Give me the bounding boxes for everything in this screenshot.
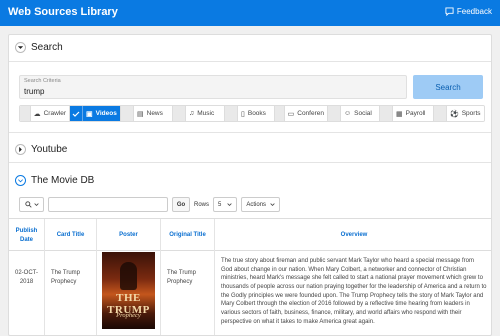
checkbox[interactable] (434, 106, 447, 121)
divider (9, 61, 491, 62)
checkbox[interactable] (20, 106, 31, 121)
checkbox[interactable] (328, 106, 341, 121)
divider (9, 132, 491, 133)
poster-figure (120, 262, 137, 290)
source-filter-bar: ☁ Crawler ▣ Videos ▤ News ♫ Music ▯ Book… (19, 105, 485, 122)
filter-social[interactable]: ☺ Social (328, 106, 380, 121)
divider (9, 162, 491, 163)
search-button[interactable]: Search (413, 75, 483, 99)
filter-label: Payroll (405, 110, 426, 117)
checkbox[interactable] (173, 106, 186, 121)
go-button[interactable]: Go (172, 197, 190, 212)
search-criteria-label: Search Criteria (24, 78, 61, 84)
search-section-header[interactable]: Search (15, 42, 63, 53)
column-header-poster[interactable]: Poster (97, 219, 161, 252)
feedback-icon (445, 7, 454, 16)
search-column-selector[interactable] (19, 197, 44, 212)
filter-news[interactable]: ▤ News (121, 106, 173, 121)
cell-publish-date: 02-OCT-2018 (9, 251, 45, 335)
filter-crawler[interactable]: ☁ Crawler (20, 106, 70, 121)
table-header: Publish Date Card Title Poster Original … (9, 218, 491, 252)
app-title: Web Sources Library (8, 6, 118, 18)
soccer-ball-icon: ⚽ (450, 110, 459, 118)
main-panel: Search Search Criteria trump Search ☁ Cr… (8, 34, 492, 336)
music-note-icon: ♫ (189, 110, 195, 117)
column-header-overview[interactable]: Overview (215, 219, 491, 252)
checkbox[interactable] (121, 106, 134, 121)
filter-music[interactable]: ♫ Music (173, 106, 225, 121)
chevron-right-icon (19, 146, 22, 153)
cell-card-title: The Trump Prophecy (45, 251, 97, 335)
chevron-down-icon (270, 203, 275, 206)
report-toolbar: Go Rows 5 Actions (19, 197, 281, 212)
filter-books[interactable]: ▯ Books (225, 106, 275, 121)
filter-label: Crawler (43, 110, 66, 117)
chevron-down-icon (227, 203, 232, 206)
filter-label: Music (197, 110, 215, 117)
search-icon (24, 201, 32, 208)
filter-conference[interactable]: ▭ Conferen (275, 106, 328, 121)
report-search-input[interactable] (48, 197, 168, 212)
rows-label: Rows (194, 201, 210, 208)
actions-label: Actions (246, 201, 267, 208)
payroll-icon: ▦ (396, 110, 403, 118)
newspaper-icon: ▤ (137, 110, 144, 118)
moviedb-section-header[interactable]: The Movie DB (15, 175, 94, 186)
people-icon: ☺ (344, 110, 352, 117)
column-header-original-title[interactable]: Original Title (161, 219, 215, 252)
movie-poster-image: THE TRUMP Prophecy (102, 252, 155, 329)
search-criteria-field[interactable]: Search Criteria trump (19, 75, 407, 99)
checkbox-checked[interactable] (70, 106, 83, 121)
column-header-card-title[interactable]: Card Title (45, 219, 97, 252)
collapse-moviedb-toggle[interactable] (15, 175, 26, 186)
check-icon (72, 111, 80, 117)
app-header: Web Sources Library Feedback (0, 0, 500, 26)
conference-icon: ▭ (287, 110, 295, 118)
filter-label: Conferen (297, 110, 324, 117)
checkbox[interactable] (225, 106, 238, 121)
moviedb-section-title: The Movie DB (31, 175, 95, 186)
rows-select[interactable]: 5 (213, 197, 238, 212)
youtube-section-title: Youtube (31, 144, 68, 155)
cell-original-title: The Trump Prophecy (161, 251, 215, 335)
chevron-down-icon (18, 179, 23, 183)
filter-videos[interactable]: ▣ Videos (70, 106, 121, 121)
filter-payroll[interactable]: ▦ Payroll (380, 106, 434, 121)
chevron-down-icon (33, 203, 39, 206)
filter-sports[interactable]: ⚽ Sports (434, 106, 484, 121)
poster-subtitle: Prophecy (116, 312, 141, 319)
checkbox[interactable] (275, 106, 285, 121)
search-section-title: Search (31, 42, 63, 53)
checkbox[interactable] (380, 106, 393, 121)
cell-overview: The true story about fireman and public … (221, 258, 487, 325)
rows-value: 5 (218, 201, 222, 208)
filter-label: Videos (95, 110, 117, 117)
collapse-search-toggle[interactable] (15, 42, 26, 53)
chevron-down-icon (17, 46, 24, 49)
youtube-section-header[interactable]: Youtube (15, 144, 67, 155)
filter-label: Books (247, 110, 266, 117)
filter-label: Social (354, 110, 372, 117)
table-row: 02-OCT-2018 The Trump Prophecy The Trump… (9, 251, 491, 335)
feedback-link[interactable]: Feedback (445, 7, 492, 16)
actions-menu-button[interactable]: Actions (241, 197, 281, 212)
cloud-icon: ☁ (33, 110, 41, 118)
filter-label: News (146, 110, 163, 117)
feedback-label: Feedback (456, 7, 492, 16)
filter-label: Sports (461, 110, 481, 117)
expand-youtube-toggle[interactable] (15, 144, 26, 155)
column-header-publish-date[interactable]: Publish Date (9, 219, 45, 252)
book-icon: ▯ (241, 110, 245, 118)
search-criteria-value: trump (24, 87, 45, 96)
video-icon: ▣ (86, 110, 93, 118)
